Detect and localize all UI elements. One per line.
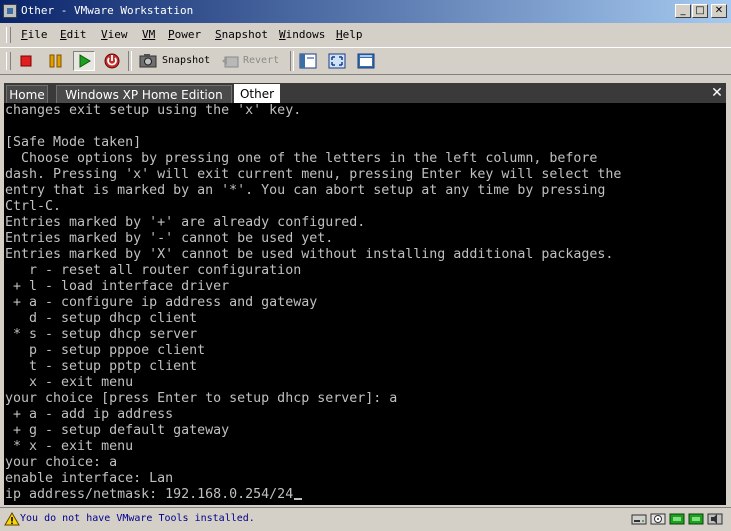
window-title: Other - VMware Workstation (21, 4, 194, 17)
maximize-icon: □ (695, 5, 705, 16)
revert-button[interactable] (219, 51, 241, 71)
menu-edit[interactable]: Edit (60, 28, 87, 41)
maximize-button[interactable]: □ (692, 4, 708, 18)
toolbar-separator (290, 51, 294, 71)
console-line: p - setup pppoe client (5, 343, 206, 358)
revert-label[interactable]: Revert (243, 55, 279, 66)
console-line: Entries marked by '-' cannot be used yet… (5, 231, 334, 246)
minimize-button[interactable]: _ (675, 4, 691, 18)
full-screen-button[interactable] (326, 51, 348, 71)
console-line: Choose options by pressing one of the le… (5, 151, 598, 166)
vmware-app-icon[interactable] (3, 4, 17, 18)
tab-home[interactable]: Home (6, 85, 48, 103)
menu-help[interactable]: Help (336, 28, 363, 41)
full-screen-icon (328, 53, 346, 69)
close-button[interactable]: ✕ (711, 4, 727, 18)
tab-bar: Home Windows XP Home Edition Other ✕ (4, 83, 726, 103)
console-line: dash. Pressing 'x' will exit current men… (5, 167, 622, 182)
status-bar: You do not have VMware Tools installed. (0, 507, 731, 531)
pause-button[interactable] (44, 51, 66, 71)
menu-vm[interactable]: VM (142, 28, 155, 41)
console-line: Entries marked by '+' are already config… (5, 215, 366, 230)
menu-file[interactable]: File (21, 28, 48, 41)
console-line: your choice: a (5, 455, 118, 470)
network-icon-2[interactable] (688, 512, 704, 526)
toolbar-grip[interactable] (6, 52, 11, 70)
quick-switch-icon (299, 53, 317, 69)
console-line: + l - load interface driver (5, 279, 230, 294)
minimize-icon: _ (680, 5, 686, 16)
console-prompt-text: ip address/netmask: 192.168.0.254/24 (5, 487, 294, 502)
sound-icon[interactable] (707, 512, 723, 526)
toolbar: Snapshot Revert (0, 47, 731, 75)
menu-windows[interactable]: Windows (279, 28, 325, 41)
quick-switch-button[interactable] (297, 51, 319, 71)
console-line: changes exit setup using the 'x' key. (5, 103, 302, 118)
console-line: entry that is marked by an '*'. You can … (5, 183, 606, 198)
console-line: Ctrl-C. (5, 199, 62, 214)
console-output: changes exit setup using the 'x' key. [S… (5, 103, 621, 503)
hard-disk-icon[interactable] (631, 512, 647, 526)
console-line: * x - exit menu (5, 439, 134, 454)
text-cursor (294, 498, 303, 500)
warning-icon[interactable] (4, 512, 20, 526)
menu-power[interactable]: Power (168, 28, 201, 41)
revert-icon (222, 56, 239, 68)
summary-view-icon (357, 53, 375, 69)
console-line: + a - configure ip address and gateway (5, 295, 318, 310)
tab-other[interactable]: Other (234, 84, 280, 103)
reset-button[interactable] (101, 51, 123, 71)
vmware-tools-message[interactable]: You do not have VMware Tools installed. (20, 513, 255, 524)
tab-windows-xp-home[interactable]: Windows XP Home Edition (56, 85, 232, 103)
menu-view[interactable]: View (101, 28, 128, 41)
stop-button[interactable] (15, 51, 37, 71)
reset-icon (104, 53, 120, 69)
console-line: [Safe Mode taken] (5, 135, 142, 150)
network-icon[interactable] (669, 512, 685, 526)
cdrom-icon[interactable] (650, 512, 666, 526)
stop-icon (20, 55, 32, 67)
vm-console[interactable]: changes exit setup using the 'x' key. [S… (4, 103, 726, 505)
console-line: + a - add ip address (5, 407, 174, 422)
console-line: r - reset all router configuration (5, 263, 302, 278)
console-line: enable interface: Lan (5, 471, 174, 486)
vmware-window: Other - VMware Workstation _ □ ✕ File Ed… (0, 0, 731, 531)
console-line: Entries marked by 'X' cannot be used wit… (5, 247, 614, 262)
console-input-line[interactable]: ip address/netmask: 192.168.0.254/24 (5, 487, 621, 503)
console-line: d - setup dhcp client (5, 311, 198, 326)
console-line: x - exit menu (5, 375, 134, 390)
play-icon (79, 54, 91, 68)
snapshot-label[interactable]: Snapshot (162, 55, 210, 66)
power-on-button[interactable] (73, 51, 95, 71)
menu-bar-grip[interactable] (6, 27, 11, 43)
close-tab-button[interactable]: ✕ (709, 83, 725, 103)
close-icon: ✕ (714, 5, 724, 16)
console-line: your choice [press Enter to setup dhcp s… (5, 391, 398, 406)
snapshot-button[interactable] (137, 51, 159, 71)
console-line: * s - setup dhcp server (5, 327, 198, 342)
summary-view-button[interactable] (355, 51, 377, 71)
menu-bar: File Edit View VM Power Snapshot Windows… (0, 24, 731, 46)
menu-snapshot[interactable]: Snapshot (215, 28, 268, 41)
snapshot-icon (139, 54, 157, 68)
title-bar[interactable]: Other - VMware Workstation _ □ ✕ (0, 0, 731, 23)
console-line: + g - setup default gateway (5, 423, 230, 438)
console-line: t - setup pptp client (5, 359, 198, 374)
toolbar-separator (128, 51, 132, 71)
close-icon: ✕ (711, 85, 723, 101)
pause-icon (49, 54, 62, 68)
